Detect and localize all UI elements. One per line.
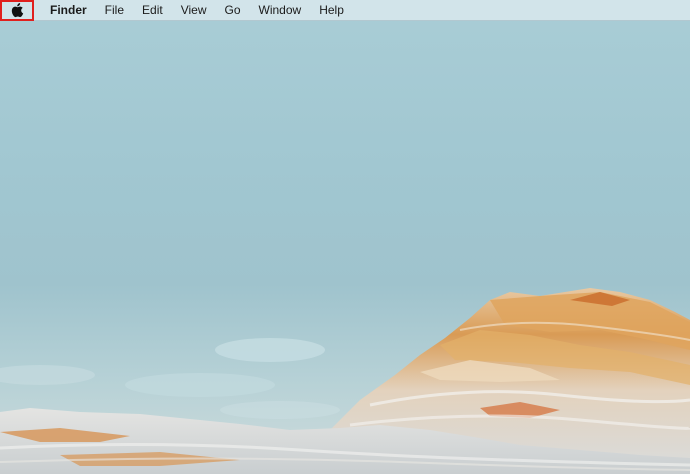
apple-logo-icon — [11, 3, 24, 18]
apple-menu-button[interactable] — [0, 0, 34, 21]
menu-window[interactable]: Window — [250, 0, 311, 21]
menu-view[interactable]: View — [172, 0, 216, 21]
wallpaper — [0, 288, 690, 474]
menu-file[interactable]: File — [96, 0, 133, 21]
menu-bar: Finder File Edit View Go Window Help — [0, 0, 690, 21]
desktop: Finder File Edit View Go Window Help — [0, 0, 690, 474]
menu-help[interactable]: Help — [310, 0, 353, 21]
menu-edit[interactable]: Edit — [133, 0, 172, 21]
menu-finder[interactable]: Finder — [34, 0, 96, 21]
menu-go[interactable]: Go — [216, 0, 250, 21]
